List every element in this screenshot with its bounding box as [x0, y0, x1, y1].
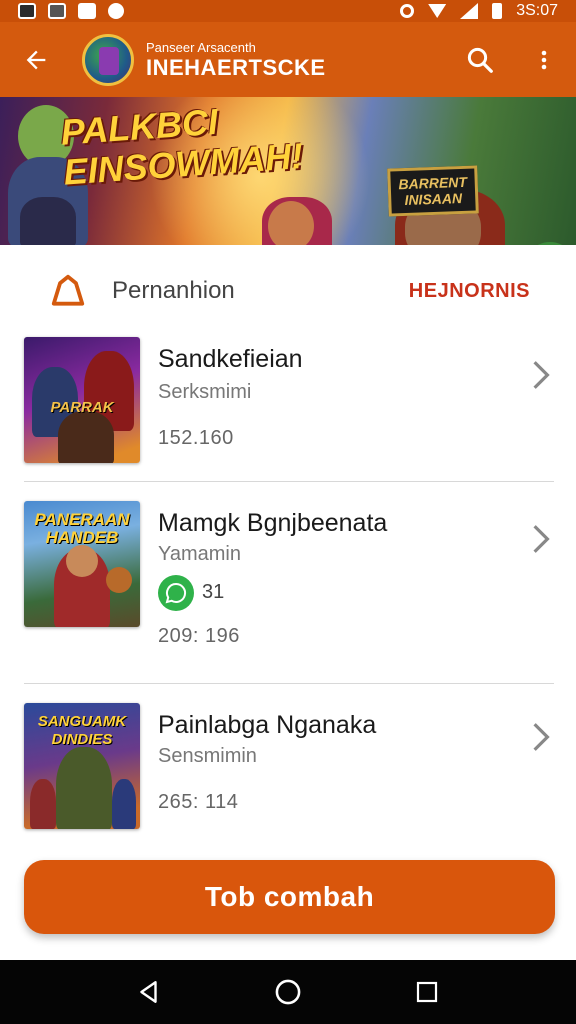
list-item[interactable]: PANERAAN HANDEB Mamgk Bgnjbeenata Yamami… — [0, 501, 576, 647]
game-developer: Serksmimi — [158, 381, 252, 403]
thumb-figure — [106, 567, 132, 593]
banner-sign: BARRENT INISAAN — [387, 165, 479, 217]
app-bar: Panseer Arsacenth INEHAERTSCKE — [0, 22, 576, 97]
app-logo — [82, 33, 134, 86]
game-count: 265: 114 — [158, 791, 239, 813]
game-thumbnail: PARRAK — [24, 337, 140, 463]
section-header: Pernanhion HEJNORNIS — [0, 245, 576, 337]
back-button[interactable] — [0, 22, 72, 97]
app-subtitle: Panseer Arsacenth — [146, 39, 256, 55]
signal-icon — [460, 3, 479, 19]
banner-warrior-shadow — [20, 197, 76, 245]
promo-banner[interactable]: PALKBCI EINSOWMAH! BARRENT INISAAN — [0, 97, 576, 245]
game-thumbnail: SANGUAMK DINDIES — [24, 703, 140, 829]
nav-recents-icon — [416, 981, 437, 1003]
thumb-title: PARRAK — [50, 399, 114, 416]
nav-back-button[interactable] — [125, 968, 173, 1016]
face-icon — [108, 3, 124, 19]
chevron-right-icon[interactable] — [526, 519, 556, 559]
nav-back-icon — [140, 981, 158, 1003]
banner-sign-line2: INISAAN — [404, 189, 463, 208]
nav-recents-button[interactable] — [403, 968, 451, 1016]
list-item[interactable]: SANGUAMK DINDIES Painlabga Nganaka Sensm… — [0, 703, 576, 833]
app-bar-actions — [448, 22, 576, 97]
lock-icon — [78, 3, 96, 19]
banner-hero-head — [268, 201, 314, 245]
chevron-right-icon[interactable] — [526, 717, 556, 757]
list-divider — [24, 683, 554, 684]
section-see-all-link[interactable]: HEJNORNIS — [409, 280, 530, 303]
nav-home-icon — [275, 979, 301, 1005]
game-name: Painlabga Nganaka — [158, 711, 377, 739]
thumb-figure — [66, 545, 98, 577]
system-nav-bar — [0, 960, 576, 1024]
gallery-icon — [18, 3, 36, 19]
app-title-block: Panseer Arsacenth INEHAERTSCKE — [146, 41, 326, 79]
chat-icon — [158, 575, 194, 611]
vibrate-icon — [400, 4, 415, 18]
app-title: INEHAERTSCKE — [146, 54, 326, 80]
game-thumbnail: PANERAAN HANDEB — [24, 501, 140, 627]
list-item[interactable]: PARRAK Sandkefieian Serksmimi 152.160 — [0, 337, 576, 467]
primary-action-button[interactable]: Tob combah — [24, 860, 555, 934]
status-system: 3S:07 — [400, 2, 558, 20]
game-developer: Sensmimin — [158, 745, 257, 767]
search-button[interactable] — [448, 22, 512, 97]
thumb-figure — [58, 411, 114, 463]
thumb-title: PANERAAN HANDEB — [34, 510, 130, 547]
banner-title: PALKBCI EINSOWMAH! — [59, 97, 304, 193]
game-count: 209: 196 — [158, 625, 240, 647]
status-time: 3S:07 — [516, 2, 558, 19]
list-divider — [24, 481, 554, 482]
status-notifications — [18, 3, 124, 19]
more-options-button[interactable] — [512, 22, 576, 97]
game-badge-count: 31 — [202, 581, 225, 603]
game-name: Sandkefieian — [158, 345, 303, 373]
section-title: Pernanhion — [112, 277, 235, 304]
shield-icon — [48, 3, 66, 19]
nav-home-button[interactable] — [264, 968, 312, 1016]
thumb-figure — [56, 747, 112, 829]
home-outline-icon — [48, 271, 88, 311]
chevron-right-icon[interactable] — [526, 355, 556, 395]
thumb-figure — [30, 779, 56, 829]
thumb-title: SANGUAMK DINDIES — [37, 713, 127, 748]
more-vert-icon — [541, 50, 547, 69]
back-arrow-icon — [26, 50, 46, 69]
wifi-icon — [428, 4, 447, 18]
game-count: 152.160 — [158, 427, 234, 449]
battery-icon — [492, 3, 503, 19]
game-name: Mamgk Bgnjbeenata — [158, 509, 388, 537]
thumb-figure — [112, 779, 136, 829]
search-icon — [467, 47, 493, 73]
status-bar: 3S:07 — [0, 0, 576, 22]
game-developer: Yamamin — [158, 543, 241, 565]
